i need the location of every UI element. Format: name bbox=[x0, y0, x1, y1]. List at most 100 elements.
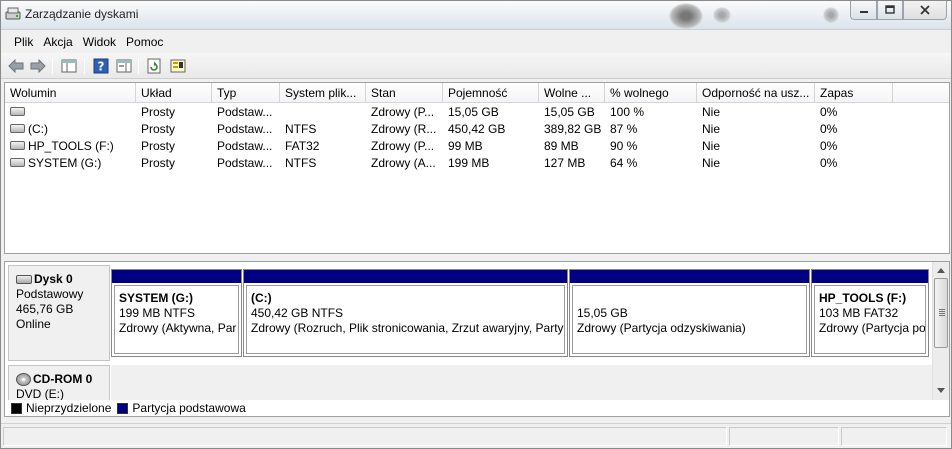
title-bar[interactable]: Zarządzanie dyskami bbox=[1, 1, 951, 30]
help-icon: ? bbox=[93, 58, 109, 74]
partition-recovery[interactable]: 15,05 GB Zdrowy (Partycja odzyskiwania) bbox=[569, 269, 810, 357]
column-header-system-plikow[interactable]: System plik... bbox=[280, 83, 366, 103]
legend-label: Partycja podstawowa bbox=[132, 401, 246, 415]
column-header-wolne[interactable]: Wolne ... bbox=[539, 83, 605, 103]
disk-0-info[interactable]: Dysk 0 Podstawowy 465,76 GB Online bbox=[8, 265, 110, 361]
close-button[interactable] bbox=[903, 1, 947, 20]
properties-button[interactable] bbox=[168, 56, 188, 76]
free-space-cell: 89 MB bbox=[544, 139, 579, 153]
disk-0-type: Podstawowy bbox=[16, 287, 84, 301]
column-header-empty bbox=[893, 83, 949, 103]
column-header-pojemnosc[interactable]: Pojemność bbox=[443, 83, 539, 103]
volume-name: SYSTEM (G:) bbox=[28, 156, 102, 170]
cdrom-0-info[interactable]: CD-ROM 0 DVD (E:) bbox=[8, 365, 110, 400]
percent-free-cell: 64 % bbox=[610, 156, 638, 170]
panel-icon bbox=[116, 59, 132, 73]
disk-0-status: Online bbox=[16, 317, 51, 331]
partition-status: Zdrowy (Aktywna, Par bbox=[119, 321, 237, 335]
menu-akcja[interactable]: Akcja bbox=[38, 35, 77, 49]
partition-status: Zdrowy (Partycja po bbox=[819, 321, 926, 335]
column-header-odpornosc[interactable]: Odporność na usz... bbox=[697, 83, 815, 103]
minimize-button[interactable] bbox=[850, 1, 877, 20]
volume-name: (C:) bbox=[28, 122, 48, 136]
hard-disk-icon bbox=[16, 275, 32, 284]
column-header-stan[interactable]: Stan bbox=[366, 83, 443, 103]
column-header-zapas[interactable]: Zapas bbox=[815, 83, 893, 103]
show-action-pane-button[interactable] bbox=[114, 56, 134, 76]
show-console-tree-button[interactable] bbox=[59, 56, 79, 76]
layout-cell: Prosty bbox=[141, 105, 176, 119]
properties-icon bbox=[170, 59, 186, 73]
window-title: Zarządzanie dyskami bbox=[25, 7, 139, 21]
fault-tolerance-cell: Nie bbox=[702, 139, 721, 153]
status-bar bbox=[1, 423, 951, 448]
status-pane-right bbox=[841, 427, 947, 446]
filesystem-cell: NTFS bbox=[285, 122, 317, 136]
help-button[interactable]: ? bbox=[91, 56, 111, 76]
menu-widok[interactable]: Widok bbox=[78, 35, 121, 49]
scroll-thumb[interactable] bbox=[934, 278, 948, 348]
menu-plik[interactable]: Plik bbox=[9, 35, 38, 49]
restore-button[interactable] bbox=[877, 1, 903, 20]
disk-management-app-icon bbox=[5, 7, 21, 20]
partition-size: 103 MB FAT32 bbox=[819, 306, 899, 320]
primary-partition-bar bbox=[112, 270, 241, 283]
free-space-cell: 15,05 GB bbox=[544, 105, 595, 119]
filesystem-cell: FAT32 bbox=[285, 139, 320, 153]
restore-icon bbox=[885, 5, 895, 14]
graphical-disk-view[interactable]: Dysk 0 Podstawowy 465,76 GB Online SYSTE… bbox=[4, 261, 950, 401]
console-tree-icon bbox=[61, 59, 77, 73]
status-cell: Zdrowy (R... bbox=[371, 122, 437, 136]
type-cell: Podstaw... bbox=[217, 105, 273, 119]
volume-list[interactable]: Wolumin Układ Typ System plik... Stan Po… bbox=[4, 82, 950, 254]
partition-system-g[interactable]: SYSTEM (G:) 199 MB NTFS Zdrowy (Aktywna,… bbox=[111, 269, 242, 357]
scroll-up-icon bbox=[937, 267, 945, 273]
toolbar: ? bbox=[1, 53, 951, 79]
type-cell: Podstaw... bbox=[217, 122, 273, 136]
overhead-cell: 0% bbox=[820, 139, 838, 153]
partition-title: HP_TOOLS (F:) bbox=[819, 291, 907, 305]
volume-drive-icon bbox=[10, 124, 25, 134]
column-header-uklad[interactable]: Układ bbox=[136, 83, 212, 103]
forward-button[interactable] bbox=[28, 56, 48, 76]
back-button[interactable] bbox=[6, 56, 26, 76]
percent-free-cell: 90 % bbox=[610, 139, 638, 153]
capacity-cell: 199 MB bbox=[448, 156, 490, 170]
cdrom-0-media-area[interactable] bbox=[111, 365, 933, 400]
background-blur-icon bbox=[713, 7, 731, 23]
disk-0-size: 465,76 GB bbox=[16, 302, 74, 316]
back-arrow-icon bbox=[8, 59, 24, 73]
fault-tolerance-cell: Nie bbox=[702, 105, 721, 119]
fault-tolerance-cell: Nie bbox=[702, 122, 721, 136]
vertical-scrollbar[interactable] bbox=[932, 262, 949, 400]
disk-management-window: Zarządzanie dyskami Plik Akcja Widok Pom… bbox=[0, 0, 952, 449]
legend-item-unallocated: Nieprzydzielone bbox=[11, 401, 111, 415]
overhead-cell: 0% bbox=[820, 105, 838, 119]
partition-c[interactable]: (C:) 450,42 GB NTFS Zdrowy (Rozruch, Pli… bbox=[243, 269, 568, 357]
background-blur-icon bbox=[823, 7, 839, 23]
column-header-procent-wolnego[interactable]: % wolnego bbox=[605, 83, 697, 103]
primary-partition-swatch bbox=[117, 402, 129, 414]
svg-text:?: ? bbox=[98, 60, 105, 74]
type-cell: Podstaw... bbox=[217, 156, 273, 170]
status-cell: Zdrowy (A... bbox=[371, 156, 436, 170]
free-space-cell: 389,82 GB bbox=[544, 122, 602, 136]
scroll-down-button[interactable] bbox=[933, 382, 949, 398]
primary-partition-bar bbox=[812, 270, 928, 283]
cd-rom-icon bbox=[16, 373, 31, 386]
close-icon bbox=[920, 5, 930, 15]
partition-hp-tools-f[interactable]: HP_TOOLS (F:) 103 MB FAT32 Zdrowy (Party… bbox=[811, 269, 929, 357]
column-header-wolumin[interactable]: Wolumin bbox=[5, 83, 136, 103]
background-blur-icon bbox=[669, 3, 703, 29]
layout-cell: Prosty bbox=[141, 156, 176, 170]
partition-title: (C:) bbox=[251, 291, 272, 305]
column-header-typ[interactable]: Typ bbox=[212, 83, 280, 103]
capacity-cell: 99 MB bbox=[448, 139, 483, 153]
legend: Nieprzydzielone Partycja podstawowa bbox=[4, 400, 950, 417]
menu-pomoc[interactable]: Pomoc bbox=[121, 35, 168, 49]
scroll-up-button[interactable] bbox=[933, 262, 949, 278]
refresh-button[interactable] bbox=[144, 56, 164, 76]
disk-0-name: Dysk 0 bbox=[34, 272, 73, 286]
scroll-down-icon bbox=[937, 387, 945, 393]
volume-cell: (C:) bbox=[5, 121, 136, 137]
